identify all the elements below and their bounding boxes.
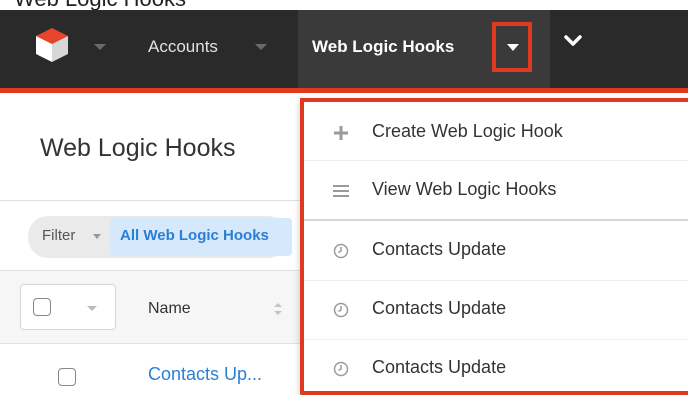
menu-item-label: Create Web Logic Hook [372,121,563,141]
menu-item-label: Contacts Update [372,357,507,377]
row-checkbox[interactable] [58,368,76,386]
menu-item-recent[interactable]: Contacts Update [304,222,688,280]
clock-icon [332,360,350,378]
list-icon [332,182,350,200]
menu-divider [304,160,688,161]
clock-icon [332,301,350,319]
menu-item-label: View Web Logic Hooks [372,179,557,199]
menu-item-recent[interactable]: Contacts Update [304,281,688,339]
divider [0,200,300,201]
mass-action-caret-icon[interactable] [87,306,97,311]
header-caption-text: Web Logic Hooks [14,0,186,10]
table-row-name-link[interactable]: Contacts Up... [148,364,262,385]
filter-caret-icon[interactable] [93,234,101,239]
chevron-down-icon[interactable] [563,34,583,53]
mass-select-control[interactable] [20,284,116,330]
nav-tab-web-logic-hooks[interactable]: Web Logic Hooks [312,37,454,57]
menu-item-recent[interactable]: Contacts Update [304,340,688,395]
filter-button[interactable]: Filter [42,227,75,244]
module-menu-toggle-button[interactable] [492,22,532,72]
sugarcube-logo-icon[interactable] [34,26,70,64]
select-all-checkbox[interactable] [33,298,51,316]
menu-section-divider [304,219,688,221]
sort-icon[interactable] [273,302,283,321]
caret-down-icon [507,44,519,51]
accounts-caret-icon[interactable] [255,44,267,50]
active-filter-label[interactable]: All Web Logic Hooks [120,227,288,244]
divider [0,343,300,344]
column-header-name[interactable]: Name [148,300,191,318]
menu-item-create[interactable]: Create Web Logic Hook [304,104,688,162]
nav-accent-line [0,88,688,93]
plus-icon [332,124,350,142]
menu-item-label: Contacts Update [372,239,507,259]
menu-item-view-list[interactable]: View Web Logic Hooks [304,162,688,220]
clock-icon [332,242,350,260]
page-title: Web Logic Hooks [40,134,236,162]
logo-caret-icon[interactable] [94,44,106,50]
header-caption: Web Logic Hooks [0,0,688,10]
module-dropdown-menu: Create Web Logic Hook View Web Logic Hoo… [300,98,688,395]
nav-tab-accounts[interactable]: Accounts [148,37,218,57]
menu-item-label: Contacts Update [372,298,507,318]
